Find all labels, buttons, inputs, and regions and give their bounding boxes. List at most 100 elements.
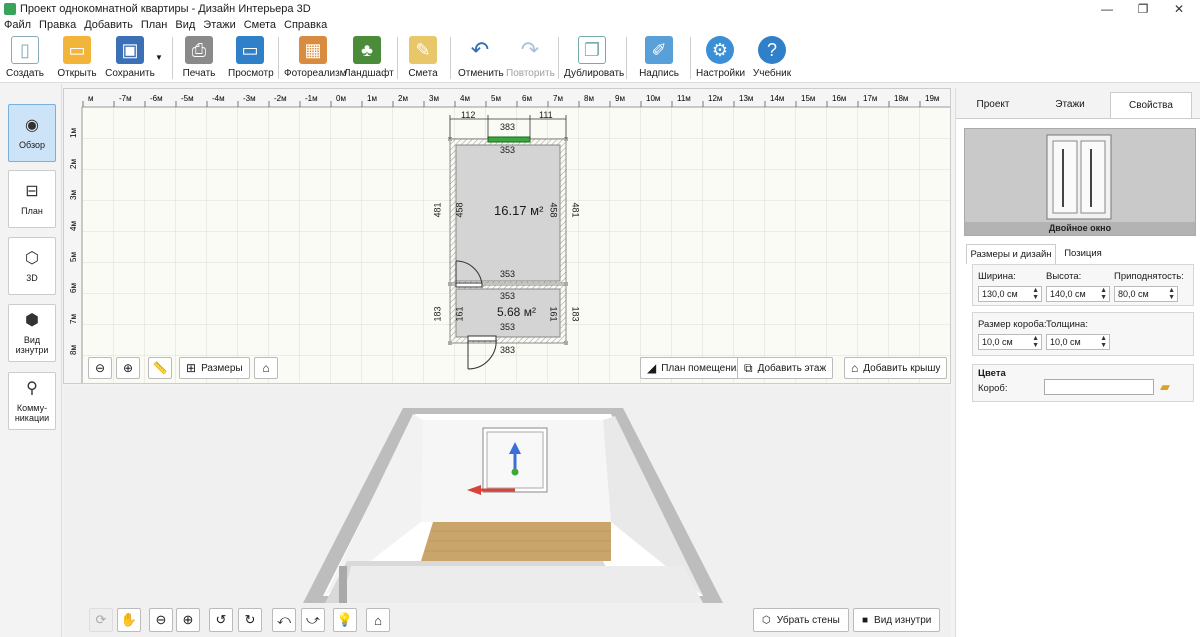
menu-file[interactable]: Файл bbox=[0, 18, 35, 33]
preview-button[interactable]: ▭ Просмотр bbox=[228, 36, 274, 82]
pan-button[interactable]: ✋ bbox=[117, 608, 141, 632]
stepper-icon[interactable]: ▲ ▼ bbox=[1100, 287, 1107, 301]
copy-icon: ❐ bbox=[578, 36, 606, 64]
gear-icon: ⚙ bbox=[706, 36, 734, 64]
box-size-field[interactable]: 10,0 см ▲ ▼ bbox=[978, 334, 1042, 350]
door-frame bbox=[467, 335, 497, 342]
redo-button[interactable]: ↷ Повторить bbox=[506, 36, 555, 82]
tutorial-button[interactable]: ? Учебник bbox=[752, 36, 792, 82]
box-color-field[interactable] bbox=[1044, 379, 1154, 395]
thickness-field[interactable]: 10,0 см ▲ ▼ bbox=[1046, 334, 1110, 350]
3d-home-button[interactable]: ⌂ bbox=[366, 608, 390, 632]
zoom-out-button[interactable]: ⊖ bbox=[88, 357, 112, 379]
window-selected[interactable] bbox=[487, 136, 531, 143]
dim-room1-left-inner: 458 bbox=[454, 202, 465, 218]
plan-view[interactable]: м -7м -6м -5м -4м -3м -2м -1м 0м 1м 2м 3м 4м 5м 6м 7м 8м… bbox=[63, 88, 951, 384]
stepper-icon[interactable]: ▲ ▼ bbox=[1100, 335, 1107, 349]
save-dropdown-icon[interactable]: ▼ bbox=[155, 53, 163, 62]
menu-plan[interactable]: План bbox=[137, 18, 172, 33]
stepper-icon[interactable]: ▲ ▼ bbox=[1032, 287, 1039, 301]
inside-view-icon: ⬢ bbox=[25, 312, 39, 329]
landscape-button[interactable]: ♣ Ландшафт bbox=[344, 36, 394, 82]
room1-area: 16.17 м² bbox=[494, 203, 544, 218]
plan-canvas: м -7м -6м -5м -4м -3м -2м -1м 0м 1м 2м 3м 4м 5м 6м 7м 8м… bbox=[64, 89, 950, 383]
room-plan-button[interactable]: ◢ План помещения bbox=[640, 357, 749, 379]
tab-project[interactable]: Проект bbox=[960, 92, 1026, 118]
close-icon[interactable]: ✕ bbox=[1164, 1, 1194, 17]
open-button[interactable]: ▭ Открыть bbox=[54, 36, 100, 82]
3d-zoom-out-button[interactable]: ⊖ bbox=[149, 608, 173, 632]
toolbar-separator bbox=[397, 37, 398, 79]
notepad-icon: ✎ bbox=[409, 36, 437, 64]
tilt-down-button[interactable]: ⤻ bbox=[301, 608, 325, 632]
add-roof-icon: ⌂ bbox=[851, 361, 859, 375]
rotate-right-icon: ↻ bbox=[244, 612, 256, 627]
inside-view-button[interactable]: ■ Вид изнутри bbox=[853, 608, 941, 632]
sidebar-item-3d[interactable]: ⬡ 3D bbox=[8, 237, 56, 295]
dimensions-button[interactable]: ⊞ Размеры bbox=[179, 357, 250, 379]
print-button[interactable]: ⎙ Печать bbox=[180, 36, 218, 82]
ruler-x-label: -5м bbox=[181, 94, 194, 103]
menu-floors[interactable]: Этажи bbox=[199, 18, 239, 33]
minimize-icon[interactable]: — bbox=[1092, 1, 1122, 17]
restore-icon[interactable]: ❐ bbox=[1128, 1, 1158, 17]
ruler-x-label: -3м bbox=[243, 94, 256, 103]
tilt-up-icon: ⤺ bbox=[277, 612, 291, 627]
tab-floors[interactable]: Этажи bbox=[1030, 92, 1110, 118]
zoom-in-button[interactable]: ⊕ bbox=[116, 357, 140, 379]
settings-button[interactable]: ⚙ Настройки bbox=[696, 36, 745, 82]
menu-add[interactable]: Добавить bbox=[80, 18, 137, 33]
menu-view[interactable]: Вид bbox=[171, 18, 199, 33]
elevation-label: Приподнятость: bbox=[1114, 271, 1184, 282]
ruler-x-label: 16м bbox=[832, 94, 846, 103]
undo-button[interactable]: ↶ Отменить bbox=[458, 36, 504, 82]
add-roof-button[interactable]: ⌂ Добавить крышу bbox=[844, 357, 948, 379]
height-field[interactable]: 140,0 см ▲ ▼ bbox=[1046, 286, 1110, 302]
folder-icon[interactable]: ▰ bbox=[1160, 379, 1176, 395]
duplicate-button[interactable]: ❐ Дублировать bbox=[564, 36, 624, 82]
sidebar-item-plan[interactable]: ⊟ План bbox=[8, 170, 56, 228]
rotate-left-button[interactable]: ↺ bbox=[209, 608, 233, 632]
rotate-360-button[interactable]: ⟳ bbox=[89, 608, 113, 632]
faucet-icon: ⚲ bbox=[26, 380, 38, 397]
home-icon: ⌂ bbox=[262, 361, 270, 375]
rotate-left-icon: ↺ bbox=[215, 612, 227, 627]
width-field[interactable]: 130,0 см ▲ ▼ bbox=[978, 286, 1042, 302]
ruler-x-label: -1м bbox=[305, 94, 318, 103]
rotate-right-button[interactable]: ↻ bbox=[238, 608, 262, 632]
create-button[interactable]: ▯ Создать bbox=[4, 36, 46, 82]
save-button[interactable]: ▣ Сохранить bbox=[104, 36, 156, 82]
stepper-icon[interactable]: ▲ ▼ bbox=[1168, 287, 1175, 301]
tilt-up-button[interactable]: ⤺ bbox=[272, 608, 296, 632]
remove-walls-button[interactable]: ⬡ Убрать стены bbox=[753, 608, 849, 632]
ruler-y-label: 2м bbox=[69, 159, 78, 169]
tab-properties[interactable]: Свойства bbox=[1110, 92, 1192, 118]
dim-bottom: 383 bbox=[500, 345, 516, 355]
toolbar-separator bbox=[278, 37, 279, 79]
sidebar-item-overview[interactable]: ◉ Обзор bbox=[8, 104, 56, 162]
ruler-x-label: м bbox=[88, 94, 94, 103]
subtab-position[interactable]: Позиция bbox=[1058, 244, 1108, 264]
menu-estimate[interactable]: Смета bbox=[240, 18, 280, 33]
sidebar-item-inside-view[interactable]: ⬢ Вид изнутри bbox=[8, 304, 56, 362]
menu-help[interactable]: Справка bbox=[280, 18, 331, 33]
monitor-icon: ▭ bbox=[236, 36, 264, 64]
light-button[interactable]: 💡 bbox=[333, 608, 357, 632]
3d-view[interactable] bbox=[63, 386, 951, 637]
label-button[interactable]: ✐ Надпись bbox=[638, 36, 680, 82]
photorealism-button[interactable]: ▦ Фотореализм bbox=[284, 36, 347, 82]
ruler-button[interactable]: 📏 bbox=[148, 357, 172, 379]
stepper-icon[interactable]: ▲ ▼ bbox=[1032, 335, 1039, 349]
elevation-field[interactable]: 80,0 см ▲ ▼ bbox=[1114, 286, 1178, 302]
preview-caption: Двойное окно bbox=[965, 222, 1195, 235]
sidebar-item-communications[interactable]: ⚲ Комму-никации bbox=[8, 372, 56, 430]
add-floor-button[interactable]: ⧉ Добавить этаж bbox=[737, 357, 834, 379]
3d-zoom-in-button[interactable]: ⊕ bbox=[176, 608, 200, 632]
bulb-icon: 💡 bbox=[336, 612, 354, 627]
estimate-button[interactable]: ✎ Смета bbox=[404, 36, 442, 82]
menu-edit[interactable]: Правка bbox=[35, 18, 80, 33]
ruler-x-label: 5м bbox=[491, 94, 501, 103]
home-button[interactable]: ⌂ bbox=[254, 357, 278, 379]
subtab-size-design[interactable]: Размеры и дизайн bbox=[966, 244, 1056, 264]
room-plan-icon: ◢ bbox=[647, 361, 657, 375]
